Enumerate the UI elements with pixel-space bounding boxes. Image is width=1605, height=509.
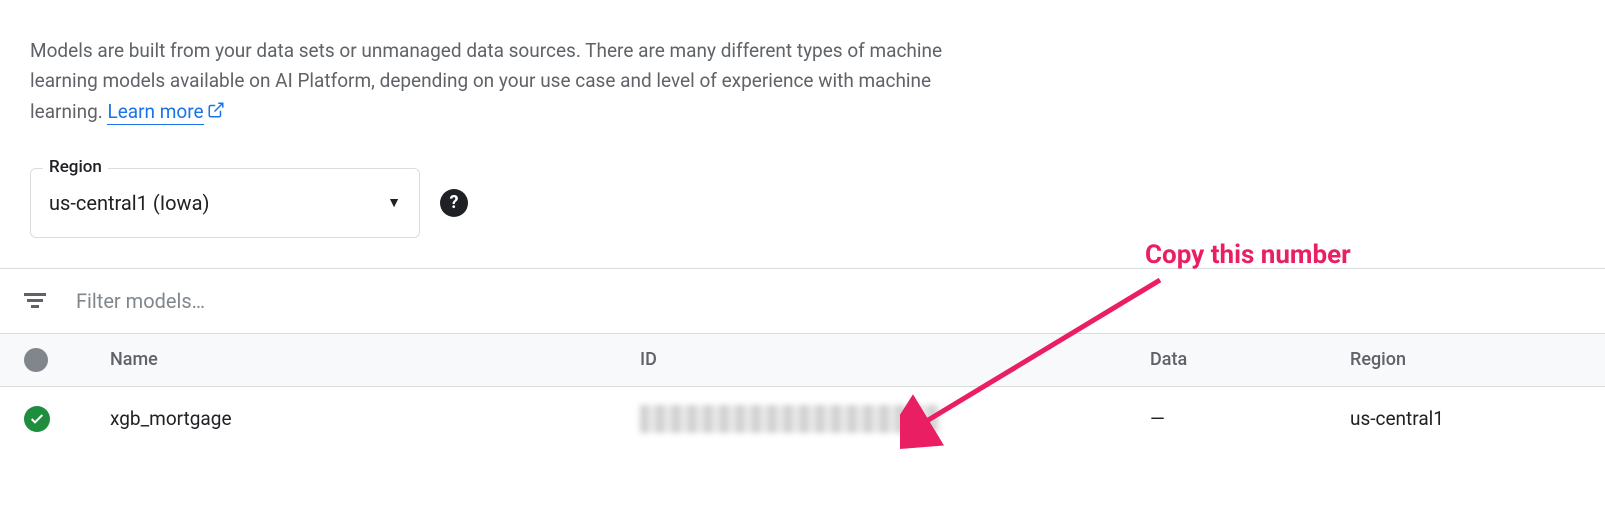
column-header-data[interactable]: Data — [1150, 349, 1350, 370]
region-label: Region — [43, 157, 108, 177]
help-icon[interactable]: ? — [440, 189, 468, 217]
filter-input[interactable] — [76, 289, 1581, 313]
region-value: us-central1 (Iowa) — [49, 191, 387, 215]
learn-more-link[interactable]: Learn more — [107, 100, 203, 125]
table-row[interactable]: xgb_mortgage — us-central1 — [0, 387, 1605, 451]
column-header-region[interactable]: Region — [1350, 349, 1605, 370]
model-region: us-central1 — [1350, 407, 1605, 430]
select-all-indicator[interactable] — [24, 348, 48, 372]
filter-icon — [24, 293, 46, 308]
model-name[interactable]: xgb_mortgage — [110, 407, 640, 430]
model-data: — — [1150, 407, 1350, 430]
status-success-icon — [24, 406, 50, 432]
description-text: Models are built from your data sets or … — [0, 0, 1000, 148]
redacted-id — [640, 405, 940, 433]
model-id — [640, 405, 1150, 433]
column-header-name[interactable]: Name — [110, 349, 640, 370]
external-link-icon — [207, 98, 225, 128]
table-header: Name ID Data Region — [0, 333, 1605, 387]
chevron-down-icon: ▼ — [387, 194, 401, 211]
column-header-id[interactable]: ID — [640, 349, 1150, 370]
region-select[interactable]: Region us-central1 (Iowa) ▼ — [30, 168, 420, 238]
